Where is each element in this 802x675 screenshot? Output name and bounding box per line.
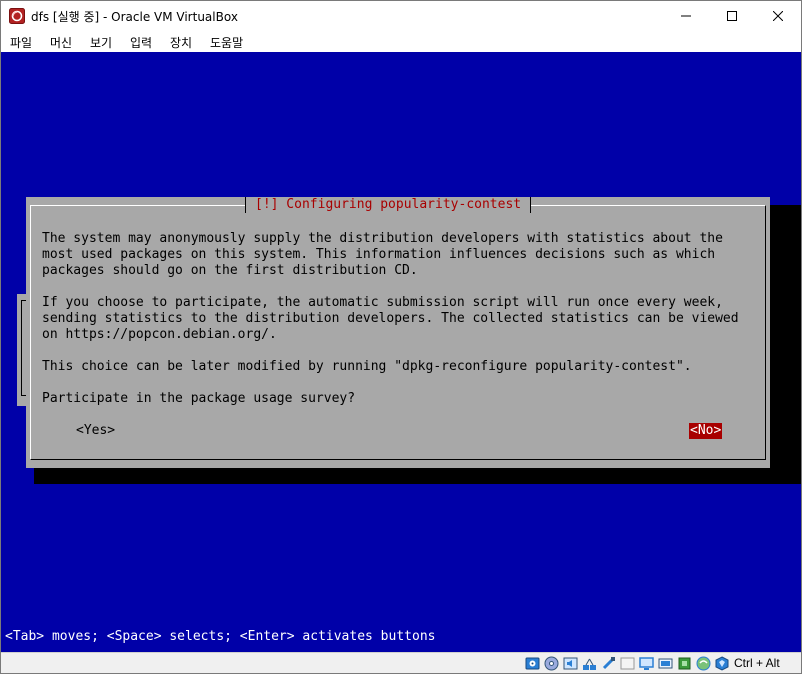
video-capture-icon[interactable]: [658, 656, 673, 671]
close-button[interactable]: [755, 1, 801, 31]
usb-icon[interactable]: [601, 656, 616, 671]
dialog-title: [!] Configuring popularity-contest: [245, 197, 532, 213]
keyboard-icon[interactable]: [715, 656, 730, 671]
mouse-integration-icon[interactable]: [696, 656, 711, 671]
audio-icon[interactable]: [563, 656, 578, 671]
yes-button[interactable]: <Yes>: [75, 423, 116, 439]
cpu-icon[interactable]: [677, 656, 692, 671]
no-button[interactable]: <No>: [689, 423, 723, 439]
dialog-text-line: packages should go on the first distribu…: [42, 263, 418, 278]
dialog-text-line: on https://popcon.debian.org/.: [42, 327, 277, 342]
menu-devices[interactable]: 장치: [170, 34, 192, 51]
virtualbox-app-icon: [9, 8, 25, 24]
window-title: dfs [실행 중] - Oracle VM VirtualBox: [31, 10, 238, 24]
display-icon[interactable]: [639, 656, 654, 671]
dialog-text-line: most used packages on this system. This …: [42, 247, 716, 262]
virtualbox-window: dfs [실행 중] - Oracle VM VirtualBox 파일 머신 …: [0, 0, 802, 674]
menu-help[interactable]: 도움말: [210, 34, 243, 51]
dialog-text-line: If you choose to participate, the automa…: [42, 295, 723, 310]
dialog-question: Participate in the package usage survey?: [42, 391, 356, 406]
menu-view[interactable]: 보기: [90, 34, 112, 51]
status-bar: Ctrl + Alt: [1, 652, 801, 673]
menu-file[interactable]: 파일: [10, 34, 32, 51]
keyboard-hint: <Tab> moves; <Space> selects; <Enter> ac…: [5, 629, 436, 644]
hard-disk-icon[interactable]: [525, 656, 540, 671]
dialog-text-line: sending statistics to the distribution d…: [42, 311, 739, 326]
vm-display[interactable]: [!] Configuring popularity-contest The s…: [1, 52, 801, 652]
dialog-text-line: This choice can be later modified by run…: [42, 359, 692, 374]
menu-machine[interactable]: 머신: [50, 34, 72, 51]
minimize-button[interactable]: [663, 1, 709, 31]
optical-drive-icon[interactable]: [544, 656, 559, 671]
title-bar[interactable]: dfs [실행 중] - Oracle VM VirtualBox: [1, 1, 801, 31]
menu-bar: 파일 머신 보기 입력 장치 도움말: [1, 31, 801, 52]
dialog-text-line: The system may anonymously supply the di…: [42, 231, 723, 246]
maximize-button[interactable]: [709, 1, 755, 31]
popularity-contest-dialog: [!] Configuring popularity-contest The s…: [26, 197, 770, 468]
menu-input[interactable]: 입력: [130, 34, 152, 51]
network-icon[interactable]: [582, 656, 597, 671]
shared-folders-icon[interactable]: [620, 656, 635, 671]
host-key-label[interactable]: Ctrl + Alt: [734, 656, 780, 670]
